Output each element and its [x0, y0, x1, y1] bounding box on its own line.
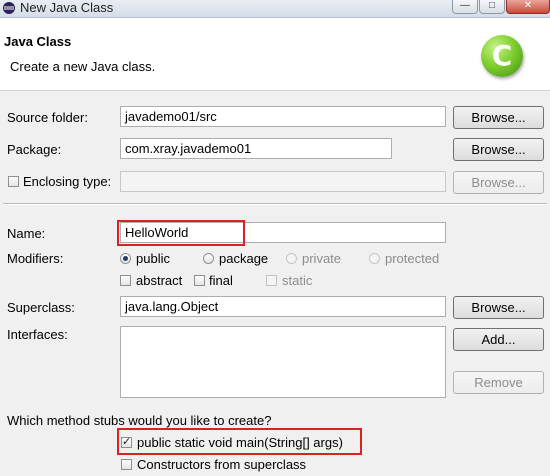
window-title: New Java Class	[20, 0, 114, 15]
modifier-final-checkbox[interactable]	[194, 275, 205, 286]
enclosing-type-input[interactable]	[120, 171, 446, 192]
page-title: Java Class	[4, 34, 72, 49]
superclass-browse-button[interactable]: Browse...	[453, 296, 544, 319]
modifier-static-label: static	[282, 273, 313, 288]
modifiers-label: Modifiers:	[7, 251, 64, 266]
method-stubs-question: Which method stubs would you like to cre…	[7, 413, 272, 428]
constructors-label: Constructors from superclass	[137, 457, 307, 472]
name-highlight-box	[117, 220, 245, 246]
modifier-abstract-label: abstract	[136, 273, 183, 288]
close-icon: ✕	[523, 0, 533, 11]
source-folder-browse-button[interactable]: Browse...	[453, 106, 544, 129]
minimize-icon: —	[460, 0, 470, 11]
maximize-button[interactable]: □	[479, 0, 505, 14]
main-method-highlight-box	[117, 428, 362, 455]
maximize-icon: □	[488, 0, 496, 11]
modifier-package-radio[interactable]	[203, 253, 214, 264]
constructors-checkbox[interactable]	[121, 459, 132, 470]
superclass-input[interactable]: java.lang.Object	[120, 296, 446, 317]
modifier-final-label: final	[209, 273, 233, 288]
minimize-button[interactable]: —	[452, 0, 478, 14]
eclipse-app-icon	[3, 2, 15, 14]
close-button[interactable]: ✕	[506, 0, 550, 14]
package-browse-button[interactable]: Browse...	[453, 138, 544, 161]
enclosing-type-browse-button[interactable]: Browse...	[453, 171, 544, 194]
modifier-private-radio[interactable]	[286, 253, 297, 264]
modifier-public-radio[interactable]	[120, 253, 131, 264]
interfaces-label: Interfaces:	[7, 327, 68, 342]
separator	[3, 203, 547, 205]
modifier-private-label: private	[302, 251, 342, 266]
source-folder-input[interactable]: javademo01/src	[120, 106, 446, 127]
modifier-protected-radio[interactable]	[369, 253, 380, 264]
modifier-abstract-checkbox[interactable]	[120, 275, 131, 286]
interfaces-add-button[interactable]: Add...	[453, 328, 544, 351]
package-input[interactable]: com.xray.javademo01	[120, 138, 392, 159]
interfaces-list[interactable]	[120, 326, 446, 398]
page-description: Create a new Java class.	[10, 59, 156, 74]
modifier-protected-label: protected	[385, 251, 440, 266]
enclosing-type-checkbox[interactable]	[8, 176, 19, 187]
java-class-logo-icon: C	[481, 35, 523, 77]
source-folder-label: Source folder:	[7, 110, 88, 125]
superclass-label: Superclass:	[7, 300, 75, 315]
modifier-static-checkbox[interactable]	[266, 275, 277, 286]
interfaces-remove-button[interactable]: Remove	[453, 371, 544, 394]
modifier-public-label: public	[136, 251, 170, 266]
modifier-package-label: package	[219, 251, 269, 266]
radio-selected-dot	[123, 256, 128, 261]
enclosing-type-label: Enclosing type:	[23, 174, 112, 189]
package-label: Package:	[7, 142, 62, 157]
name-label: Name:	[7, 226, 46, 241]
wizard-header	[0, 18, 550, 91]
